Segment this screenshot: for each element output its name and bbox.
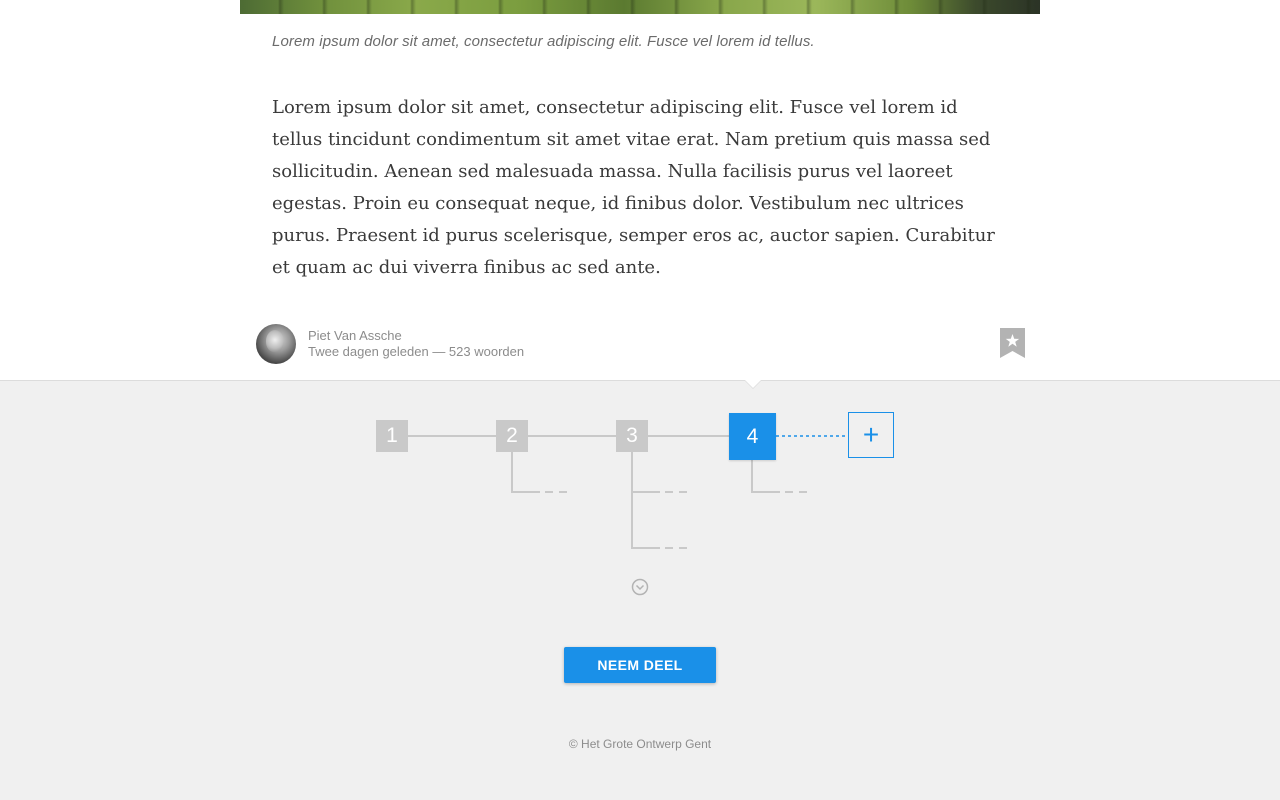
article-body: Lorem ipsum dolor sit amet, consectetur … (272, 97, 995, 278)
add-step-button[interactable]: + (848, 412, 894, 458)
flow-step-3[interactable]: 3 (616, 420, 648, 452)
plus-icon: + (862, 419, 880, 450)
flow-step-2[interactable]: 2 (496, 420, 528, 452)
neem-deel-button[interactable]: NEEM DEEL (564, 647, 716, 683)
footer-copyright: © Het Grote Ontwerp Gent (568, 737, 712, 751)
flow-step-4-active[interactable]: 4 (729, 413, 776, 460)
image-caption: Lorem ipsum dolor sit amet, consectetur … (272, 33, 815, 50)
hero-image (240, 0, 1040, 14)
flow-step-1[interactable]: 1 (376, 420, 408, 452)
author-avatar[interactable] (256, 324, 296, 364)
star-bookmark-icon[interactable] (1000, 328, 1025, 358)
article-meta: Twee dagen geleden — 523 woorden (308, 344, 525, 359)
author-name[interactable]: Piet Van Assche (308, 328, 402, 343)
article-card: Lorem ipsum dolor sit amet, consectetur … (0, 0, 1280, 381)
chevron-down-circle-icon[interactable] (631, 578, 649, 596)
